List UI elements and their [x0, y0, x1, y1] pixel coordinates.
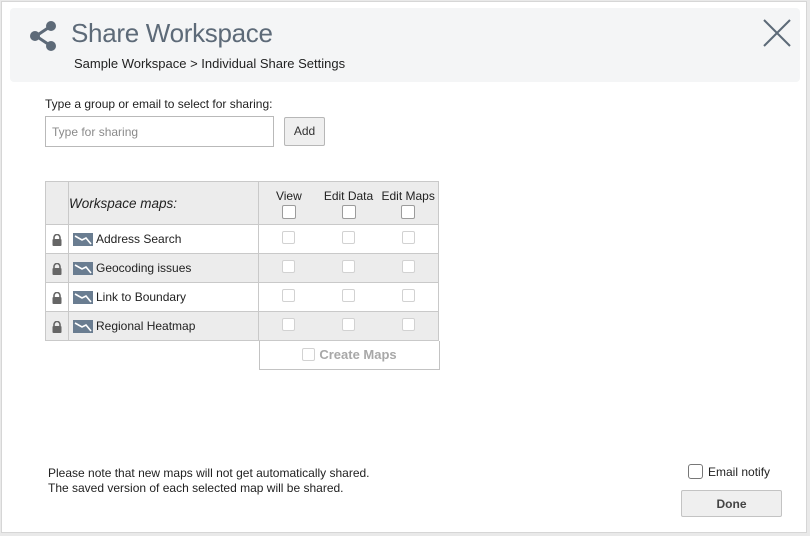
- edit-data-checkbox[interactable]: [342, 318, 355, 331]
- table-row: Link to Boundary: [45, 282, 439, 312]
- close-icon[interactable]: [762, 18, 792, 48]
- view-column-header: View: [259, 185, 319, 222]
- lock-icon: [52, 291, 62, 304]
- share-workspace-dialog: Share Workspace Sample Workspace > Indiv…: [1, 1, 807, 533]
- map-name-label[interactable]: Geocoding issues: [96, 261, 191, 275]
- done-button[interactable]: Done: [681, 490, 782, 517]
- edit-maps-checkbox[interactable]: [401, 318, 415, 331]
- map-icon: [73, 232, 93, 246]
- email-notify-checkbox[interactable]: [688, 464, 703, 479]
- create-maps-label: Create Maps: [319, 347, 397, 362]
- edit-data-column-label: Edit Data: [323, 188, 374, 203]
- edit-data-checkbox[interactable]: [342, 260, 355, 273]
- dialog-header: Share Workspace Sample Workspace > Indiv…: [10, 8, 800, 82]
- lock-icon: [52, 320, 62, 333]
- map-name-label[interactable]: Address Search: [96, 232, 181, 246]
- view-column-label: View: [275, 188, 302, 203]
- dialog-title: Share Workspace: [71, 18, 273, 48]
- edit-data-checkbox[interactable]: [342, 231, 355, 244]
- breadcrumb: Sample Workspace > Individual Share Sett…: [74, 56, 346, 71]
- map-name-label[interactable]: Regional Heatmap: [96, 319, 195, 333]
- add-button[interactable]: Add: [284, 117, 325, 146]
- create-maps-option[interactable]: Create Maps: [259, 341, 440, 370]
- table-header-row: Workspace maps: View Edit Data Edit Maps: [45, 181, 439, 225]
- map-name-label[interactable]: Link to Boundary: [96, 290, 186, 304]
- sharing-prompt-label: Type a group or email to select for shar…: [45, 97, 273, 111]
- view-checkbox[interactable]: [282, 260, 296, 273]
- note-line-1: Please note that new maps will not get a…: [48, 466, 370, 480]
- table-row: Geocoding issues: [45, 253, 439, 283]
- workspace-maps-table: Workspace maps: View Edit Data Edit Maps: [45, 181, 439, 341]
- edit-maps-checkbox[interactable]: [401, 231, 415, 244]
- create-maps-checkbox[interactable]: [302, 348, 316, 361]
- map-icon: [73, 290, 93, 304]
- view-checkbox[interactable]: [282, 289, 296, 302]
- edit-data-checkbox[interactable]: [342, 289, 355, 302]
- edit-maps-all-checkbox[interactable]: [401, 204, 416, 219]
- note-line-2: The saved version of each selected map w…: [48, 481, 344, 495]
- edit-maps-checkbox[interactable]: [401, 260, 415, 273]
- edit-maps-column-label: Edit Maps: [381, 188, 435, 203]
- email-notify-option[interactable]: Email notify: [688, 464, 770, 479]
- share-search-input[interactable]: [45, 116, 274, 147]
- share-icon: [30, 21, 56, 51]
- view-checkbox[interactable]: [282, 231, 296, 244]
- sharing-note: Please note that new maps will not get a…: [48, 466, 370, 496]
- view-all-checkbox[interactable]: [281, 204, 296, 219]
- edit-maps-checkbox[interactable]: [401, 289, 415, 302]
- lock-icon: [52, 262, 62, 275]
- edit-maps-column-header: Edit Maps: [378, 185, 438, 222]
- map-icon: [73, 261, 93, 275]
- table-row: Address Search: [45, 224, 439, 254]
- workspace-maps-header: Workspace maps:: [68, 181, 259, 225]
- map-icon: [73, 319, 93, 333]
- email-notify-label: Email notify: [708, 464, 771, 479]
- edit-data-column-header: Edit Data: [319, 185, 379, 222]
- table-row: Regional Heatmap: [45, 311, 439, 341]
- edit-data-all-checkbox[interactable]: [341, 204, 356, 219]
- view-checkbox[interactable]: [282, 318, 296, 331]
- lock-icon: [52, 233, 62, 246]
